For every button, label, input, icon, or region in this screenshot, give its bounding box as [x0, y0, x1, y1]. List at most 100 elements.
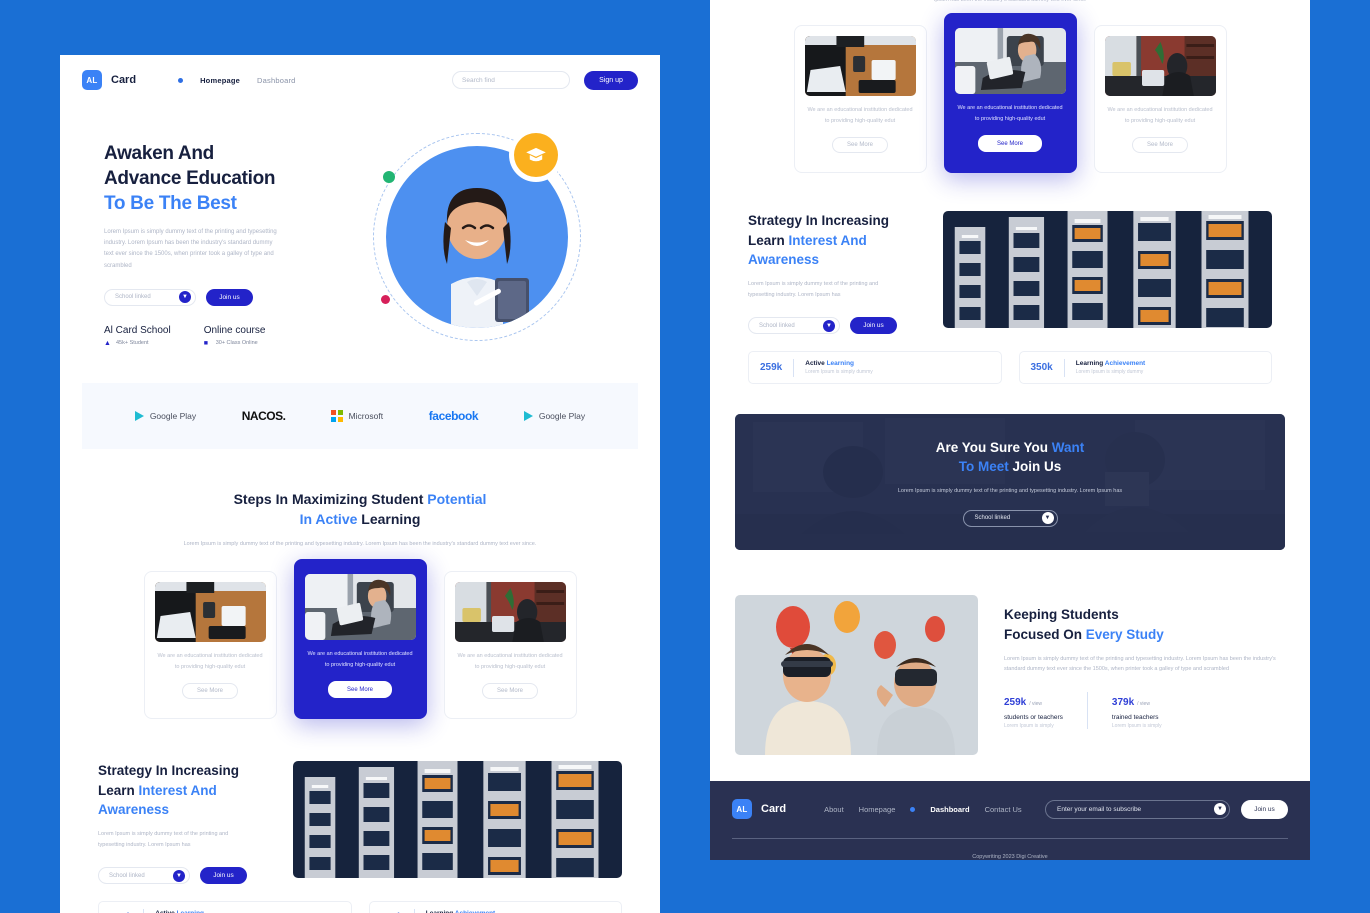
signup-button[interactable]: Sign up — [584, 70, 638, 90]
focus-stat-number: 379k — [1111, 697, 1135, 709]
chevron-down-icon: ▼ — [179, 291, 191, 304]
metric-heading-a: Active — [805, 360, 827, 368]
chevron-down-icon: ▼ — [173, 869, 185, 882]
focus-section: Keeping Students Focused On Every Study … — [710, 550, 1310, 756]
hero-join-us-button[interactable]: Join us — [206, 288, 253, 306]
footer-active-dot-icon — [910, 806, 916, 812]
step-card[interactable]: We are an educational institution dedica… — [793, 25, 927, 174]
focus-text-column: Keeping Students Focused On Every Study … — [1004, 595, 1285, 755]
student-on-couch-photo — [954, 28, 1066, 94]
logo-text: Card — [111, 74, 137, 86]
footer-link-about[interactable]: About — [824, 805, 844, 814]
steps-title: Steps In Maximizing Student Potential In… — [60, 489, 660, 530]
step-card-featured[interactable]: We are an educational institution dedica… — [293, 559, 427, 720]
vr-kids-illustration — [735, 595, 978, 756]
cta-title: Are You Sure You Want To Meet Join Us — [898, 438, 1122, 477]
see-more-button[interactable]: See More — [482, 683, 538, 700]
nav-active-dot-icon — [178, 77, 184, 83]
strategy-text-column: Strategy In Increasing Learn Interest An… — [98, 761, 273, 885]
strategy-title-b: Learn — [98, 782, 139, 798]
cta-title-accent2: To Meet — [958, 459, 1013, 475]
step-card-text: We are an educational institution dedica… — [457, 653, 563, 670]
focus-stat-numline: 379k / view — [1112, 692, 1162, 710]
focus-stat-text: 379k / view trained teachers Lorem Ipsum … — [1112, 692, 1162, 729]
metric-divider — [413, 908, 415, 913]
strategy-join-us-button[interactable]: Join us — [200, 867, 247, 885]
see-more-button[interactable]: See More — [182, 683, 238, 700]
footer-link-homepage[interactable]: Homepage — [859, 805, 896, 814]
study-room-photo — [454, 582, 566, 643]
step-card-featured[interactable]: We are an educational institution dedica… — [943, 13, 1077, 174]
see-more-button[interactable]: See More — [1132, 137, 1188, 154]
step-card-image — [304, 574, 416, 641]
metric-number: 259k — [760, 362, 783, 374]
cta-select-value: School linked — [974, 515, 1011, 522]
strategy-school-linked-select[interactable]: School linked ▼ — [748, 317, 840, 335]
focus-title-accent: Every Study — [1085, 626, 1164, 642]
search-input[interactable]: Search find — [452, 71, 570, 89]
strategy-school-linked-select[interactable]: School linked ▼ — [98, 867, 190, 885]
metric-number: 350k — [1030, 362, 1053, 374]
brand-nacos: NACOS. — [242, 409, 286, 423]
cta-school-linked-select[interactable]: School linked ▼ — [962, 509, 1058, 527]
focus-title-b: Focused On — [1004, 626, 1086, 642]
see-more-button[interactable]: See More — [978, 135, 1042, 153]
strategy-join-us-button[interactable]: Join us — [850, 317, 897, 335]
step-card[interactable]: We are an educational institution dedica… — [443, 571, 577, 720]
subscribe-email-input[interactable]: Enter your email to subscribe ▼ — [1045, 799, 1230, 819]
cta-title-a: Are You Sure You — [935, 439, 1052, 455]
metric-text: Active Learning Lorem Ipsum is simply du… — [805, 360, 873, 375]
school-linked-select-value: School linked — [115, 294, 151, 301]
school-linked-select[interactable]: School linked ▼ — [104, 288, 196, 306]
step-card-text: We are an educational institution dedica… — [307, 651, 413, 668]
nacos-wordmark: NACOS. — [241, 409, 286, 423]
strategy-title: Strategy In Increasing Learn Interest An… — [748, 211, 923, 268]
see-more-button[interactable]: See More — [832, 137, 888, 154]
step-card[interactable]: We are an educational institution dedica… — [1093, 25, 1227, 174]
chevron-down-icon: ▼ — [1214, 803, 1226, 816]
hero-stat-item: Al Card School ▲ 45k+ Student — [104, 325, 171, 347]
chevron-down-icon: ▼ — [1041, 512, 1054, 525]
hero-title-line2: Advance Education — [104, 168, 276, 190]
student-on-couch-photo — [304, 574, 416, 641]
metric-heading: Active Learning — [805, 360, 873, 367]
step-card-text: We are an educational institution dedica… — [807, 107, 913, 124]
focus-stat-per: / view — [1137, 701, 1150, 708]
cta-title-b: Join Us — [1012, 459, 1062, 475]
step-card-text: We are an educational institution dedica… — [957, 105, 1063, 122]
metric-card: 350k Learning Achievement Lorem Ipsum is… — [368, 901, 622, 913]
see-more-button[interactable]: See More — [328, 681, 392, 699]
nav-link-homepage[interactable]: Homepage — [200, 76, 240, 85]
hero-title-line1: Awaken And — [104, 143, 214, 164]
right-strategy-section: Strategy In Increasing Learn Interest An… — [710, 173, 1310, 335]
brand-label: Microsoft — [348, 411, 384, 421]
footer-link-dashboard[interactable]: Dashboard — [930, 805, 969, 814]
step-card[interactable]: We are an educational institution dedica… — [143, 571, 277, 720]
metric-text: Learning Achievement Lorem Ipsum is simp… — [1076, 360, 1145, 375]
footer-join-us-button[interactable]: Join us — [1241, 799, 1288, 819]
steps-title-b: Learning — [361, 511, 421, 528]
focus-stat-divider — [1086, 692, 1088, 730]
steps-title-accent1: Potential — [427, 491, 487, 507]
strategy-controls: School linked ▼ Join us — [98, 867, 273, 885]
top-navigation-bar: AL Card Homepage Dashboard Search find S… — [60, 55, 660, 105]
right-steps-cards-row: We are an educational institution dedica… — [710, 13, 1310, 174]
study-room-photo — [1104, 36, 1216, 96]
steps-title-a: Steps In Maximizing Student — [233, 491, 428, 507]
google-play-icon — [523, 411, 533, 421]
site-footer: AL Card About Homepage Dashboard Contact… — [710, 781, 1310, 860]
strategy-section: Strategy In Increasing Learn Interest An… — [60, 719, 660, 885]
student-illustration — [443, 188, 529, 328]
steps-section-header: Steps In Maximizing Student Potential In… — [60, 449, 660, 549]
nav-links: Homepage Dashboard — [178, 76, 295, 85]
step-card-text: We are an educational institution dedica… — [1107, 107, 1213, 124]
metric-card: 259k Active Learning Lorem Ipsum is simp… — [748, 351, 1002, 385]
footer-link-contact-us[interactable]: Contact Us — [985, 805, 1022, 814]
brand-google-play-2: Google Play — [523, 411, 585, 421]
graduation-cap-icon — [526, 147, 546, 162]
google-play-icon — [134, 411, 144, 421]
footer-divider — [732, 838, 1288, 840]
nav-link-dashboard[interactable]: Dashboard — [257, 76, 296, 85]
strategy-text-column: Strategy In Increasing Learn Interest An… — [748, 211, 923, 335]
hero-title-line3: To Be The Best — [104, 193, 237, 215]
